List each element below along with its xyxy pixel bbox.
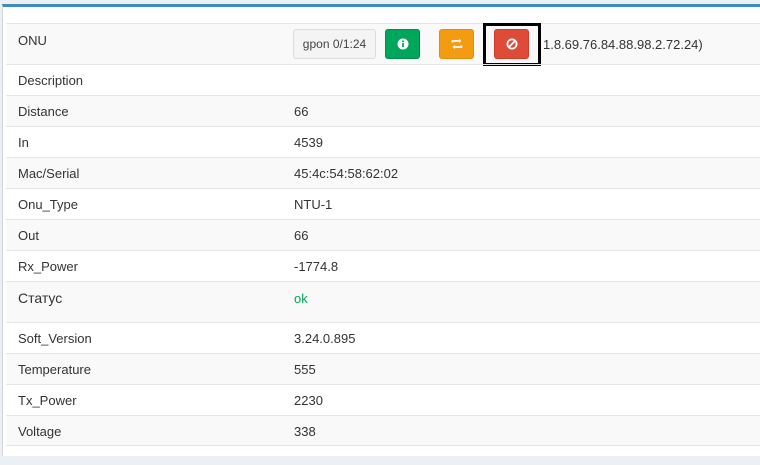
table-row-voltage: Voltage 338 xyxy=(6,415,760,446)
refresh-icon xyxy=(451,39,462,49)
row-label: Description xyxy=(18,73,84,88)
table-row-description: Description xyxy=(6,64,760,95)
row-label: Voltage xyxy=(18,424,62,439)
info-circle-icon xyxy=(397,38,408,50)
row-label: Onu_Type xyxy=(18,197,78,212)
row-value: 555 xyxy=(294,362,316,377)
table-row-mac-serial: Mac/Serial 45:4c:54:58:62:02 xyxy=(6,157,760,188)
row-label: Rx_Power xyxy=(18,259,78,274)
table-row-rx-power: Rx_Power -1774.8 xyxy=(6,250,760,281)
row-label: Soft_Version xyxy=(18,331,92,346)
status-value: ok xyxy=(294,291,308,306)
table-row-onu-type: Onu_Type NTU-1 xyxy=(6,188,760,219)
table-row-tx-power: Tx_Power 2230 xyxy=(6,384,760,415)
row-value: 66 xyxy=(294,104,309,119)
row-label: In xyxy=(18,135,29,150)
row-label: Mac/Serial xyxy=(18,166,80,181)
onu-extra-text: 1.8.69.76.84.88.98.2.72.24) xyxy=(543,37,703,52)
block-button[interactable] xyxy=(494,29,529,59)
table-row-status: Статус ok xyxy=(6,281,760,322)
table-row-in: In 4539 xyxy=(6,126,760,157)
row-value: 2230 xyxy=(294,393,323,408)
row-label: Distance xyxy=(18,104,69,119)
row-value: -1774.8 xyxy=(294,259,339,274)
onu-label: ONU xyxy=(18,33,47,48)
port-button[interactable]: gpon 0/1:24 xyxy=(293,29,376,59)
table-row-distance: Distance 66 xyxy=(6,95,760,126)
table-row-out: Out 66 xyxy=(6,219,760,250)
reload-button[interactable] xyxy=(439,29,474,59)
row-label: Out xyxy=(18,228,39,243)
row-value: 66 xyxy=(294,228,309,243)
onu-info-panel: ONU gpon 0/1:24 1.8.69.76.84.88.98.2.72.… xyxy=(2,4,760,456)
info-button[interactable] xyxy=(385,29,420,59)
table-row-onu: ONU gpon 0/1:24 1.8.69.76.84.88.98.2.72.… xyxy=(6,23,760,66)
row-label: Temperature xyxy=(18,362,91,377)
row-label: Статус xyxy=(18,290,63,306)
row-value: NTU-1 xyxy=(294,197,333,212)
onu-details-table: ONU gpon 0/1:24 1.8.69.76.84.88.98.2.72.… xyxy=(6,23,760,446)
row-value: 4539 xyxy=(294,135,323,150)
row-value: 45:4c:54:58:62:02 xyxy=(294,166,399,181)
row-value: 3.24.0.895 xyxy=(294,331,356,346)
row-label: Tx_Power xyxy=(18,393,77,408)
table-row-soft-version: Soft_Version 3.24.0.895 xyxy=(6,322,760,353)
table-row-temperature: Temperature 555 xyxy=(6,353,760,384)
ban-icon xyxy=(506,38,517,50)
row-value: 338 xyxy=(294,424,316,439)
